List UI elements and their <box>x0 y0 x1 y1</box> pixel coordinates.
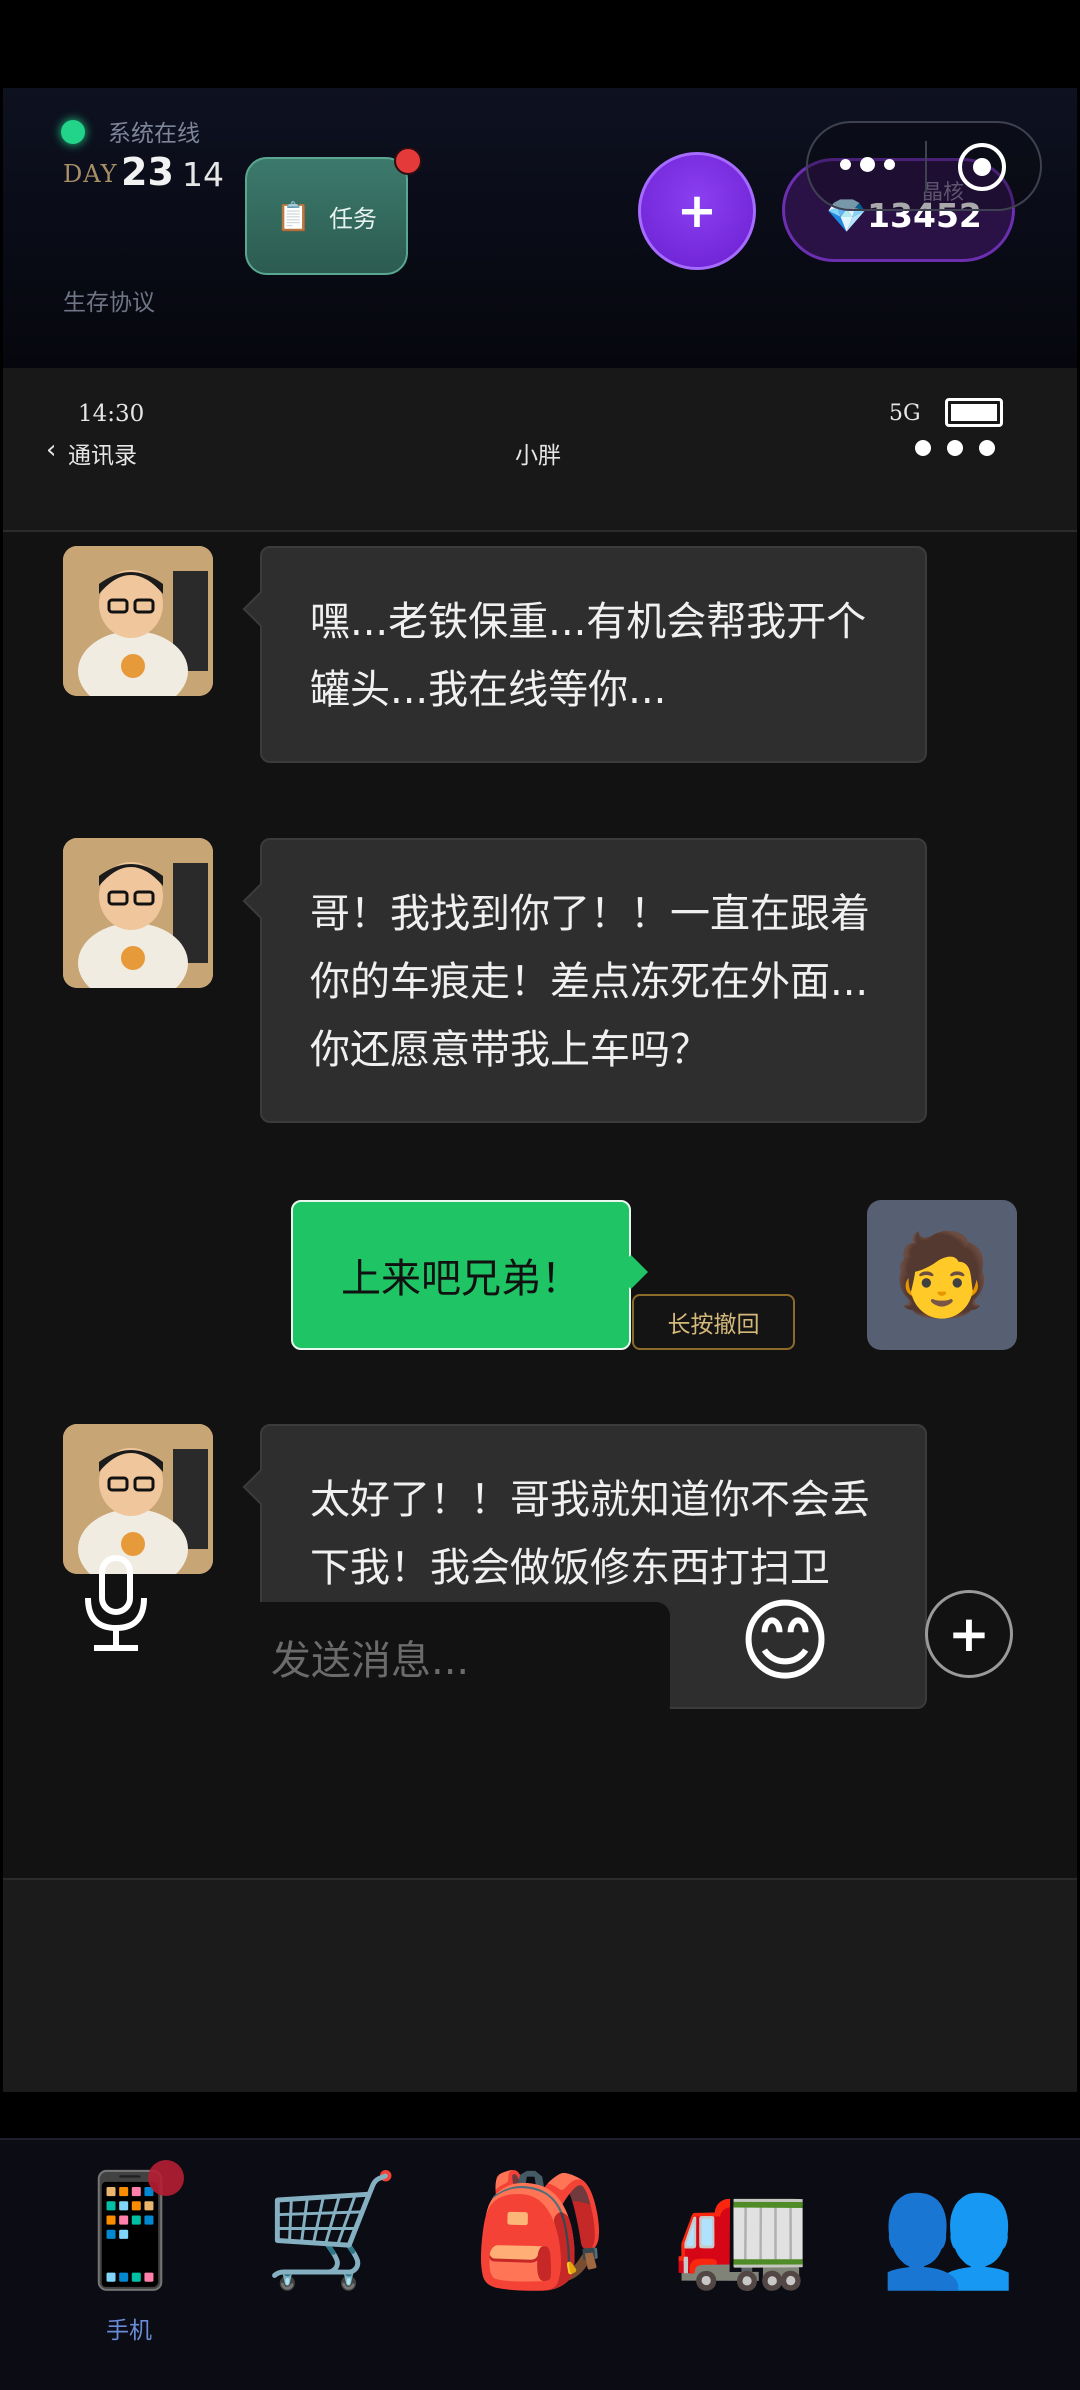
miniprogram-capsule <box>806 121 1042 211</box>
capsule-divider <box>925 141 927 193</box>
message-bubble-incoming[interactable]: 嘿...老铁保重...有机会帮我开个罐头...我在线等你... <box>260 546 927 763</box>
chat-header: 14:30 5G ‹ 通讯录 小胖 <box>3 368 1077 532</box>
battery-icon <box>945 398 1003 427</box>
day-label: DAY <box>63 160 118 188</box>
survival-protocol-link[interactable]: 生存协议 <box>63 283 155 317</box>
nav-shop[interactable]: 🛒 <box>262 2160 402 2300</box>
attach-plus-button[interactable]: + <box>925 1590 1013 1678</box>
contact-avatar[interactable] <box>63 1424 213 1574</box>
emoji-button[interactable]: 😊 <box>730 1587 840 1697</box>
back-to-contacts-button[interactable]: 通讯录 <box>68 436 137 470</box>
microphone-icon[interactable] <box>76 1554 156 1654</box>
chat-title: 小胖 <box>515 443 561 469</box>
task-button[interactable]: 📋 任务 <box>245 157 408 275</box>
more-icon[interactable] <box>838 145 898 185</box>
nav-team[interactable]: 👥 <box>878 2160 1018 2300</box>
backpack-icon: 🎒 <box>471 2166 609 2294</box>
task-notification-badge <box>394 147 422 175</box>
recall-hint-button[interactable]: 长按撤回 <box>632 1294 795 1350</box>
message-input-bar <box>3 1878 1077 2092</box>
message-input[interactable] <box>226 1602 670 1720</box>
back-chevron-icon[interactable]: ‹ <box>46 435 56 465</box>
contact-avatar[interactable] <box>63 546 213 696</box>
task-button-label: 任务 <box>328 204 377 233</box>
online-status-dot <box>61 120 85 144</box>
nav-truck[interactable]: 🚛 <box>672 2160 812 2300</box>
online-status-text: 系统在线 <box>108 121 200 147</box>
chat-window: 14:30 5G ‹ 通讯录 小胖 嘿...老铁保重...有机会帮我开个罐头..… <box>3 368 1077 2092</box>
contact-avatar[interactable] <box>63 838 213 988</box>
nav-phone-label: 手机 <box>106 2318 152 2344</box>
truck-icon: 🚛 <box>673 2166 811 2294</box>
phone-icon: 📱 <box>61 2166 199 2294</box>
close-target-icon[interactable] <box>958 143 1006 191</box>
day-number: 23 <box>121 150 174 194</box>
person-avatar-icon: 🧑 <box>892 1228 992 1321</box>
phone-notification-badge <box>148 2160 184 2196</box>
more-menu-icon[interactable] <box>915 440 995 458</box>
clipboard-icon: 📋 <box>276 199 311 233</box>
status-time: 14:30 <box>78 401 145 427</box>
day-sub-value: 14 <box>182 155 224 194</box>
network-indicator: 5G <box>889 401 921 426</box>
add-button[interactable]: + <box>638 152 756 270</box>
nav-backpack[interactable]: 🎒 <box>470 2160 610 2300</box>
message-bubble-outgoing[interactable]: 上来吧兄弟！ <box>291 1200 631 1350</box>
message-bubble-incoming[interactable]: 哥！我找到你了！！一直在跟着你的车痕走！差点冻死在外面...你还愿意带我上车吗？ <box>260 838 927 1123</box>
shopping-cart-icon: 🛒 <box>263 2166 401 2294</box>
people-icon: 👥 <box>879 2166 1017 2294</box>
my-avatar[interactable]: 🧑 <box>867 1200 1017 1350</box>
